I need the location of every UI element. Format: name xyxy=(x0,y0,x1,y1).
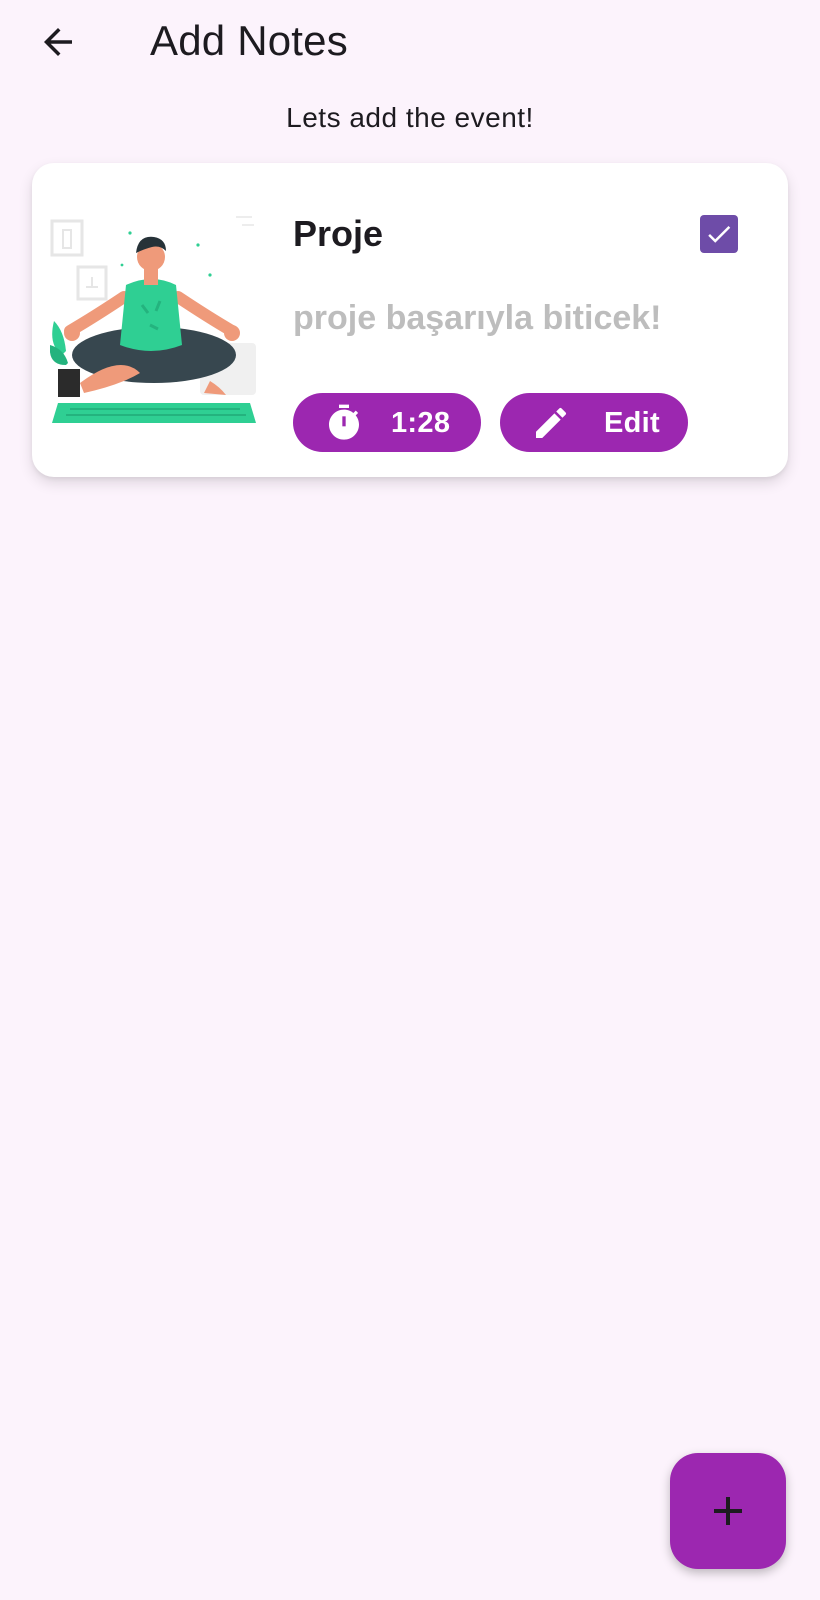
add-notes-screen: Add Notes Lets add the event! Proje proj… xyxy=(0,0,820,1600)
check-icon xyxy=(708,226,731,243)
stopwatch-icon xyxy=(323,402,365,444)
arrow-left-icon xyxy=(44,28,72,56)
app-bar: Add Notes xyxy=(0,0,820,84)
plus-icon xyxy=(714,1497,742,1525)
page-title: Add Notes xyxy=(150,17,348,64)
add-note-fab[interactable] xyxy=(670,1453,786,1569)
pencil-icon xyxy=(530,402,572,444)
meditation-illustration xyxy=(50,216,256,423)
note-title: Proje xyxy=(293,213,384,254)
edit-button[interactable]: Edit xyxy=(500,393,688,452)
page-subtitle: Lets add the event! xyxy=(286,102,534,133)
timer-label: 1:28 xyxy=(391,407,451,439)
edit-label: Edit xyxy=(604,407,660,439)
back-button[interactable] xyxy=(30,18,86,66)
note-body: proje başarıyla biticek! xyxy=(293,299,662,337)
note-completed-checkbox[interactable] xyxy=(700,215,738,253)
note-card[interactable]: Proje proje başarıyla biticek! 1:28 Edit xyxy=(32,163,788,477)
timer-button[interactable]: 1:28 xyxy=(293,393,481,452)
